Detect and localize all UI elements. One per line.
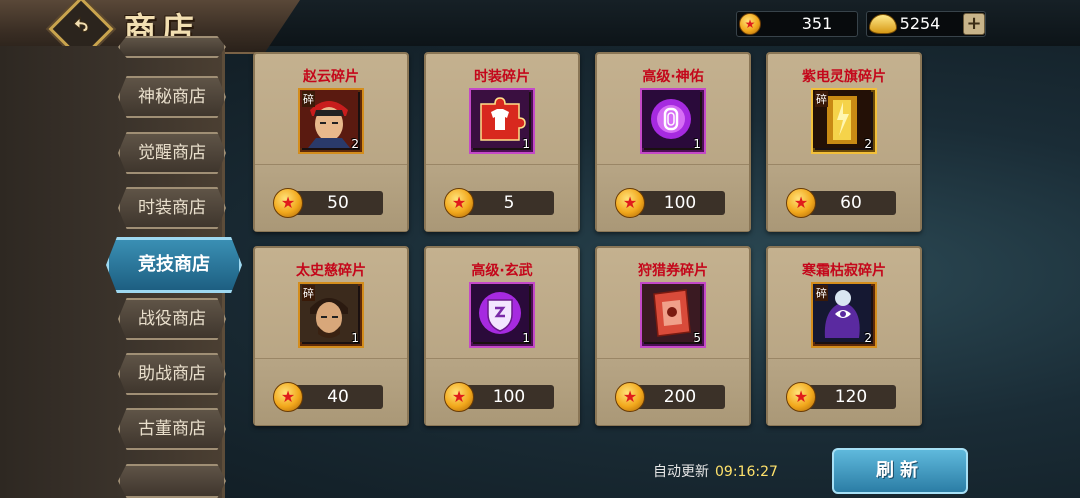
tab-mystery-shop[interactable]: 神秘商店: [118, 76, 226, 118]
coin-icon: [273, 188, 303, 218]
ingot-counter: 5254 +: [866, 11, 986, 37]
tab-costume-shop[interactable]: 时装商店: [118, 187, 226, 229]
item-name: 寒霜枯寂碎片: [802, 263, 886, 279]
coin-icon: [615, 188, 645, 218]
item-quantity: 1: [693, 137, 701, 151]
item-price: 100: [635, 191, 725, 215]
item-quantity: 2: [351, 137, 359, 151]
fragment-tag: 碎: [302, 285, 315, 301]
refresh-button[interactable]: 刷新: [832, 448, 968, 494]
item-name: 赵云碎片: [303, 69, 359, 85]
auto-update-timer: 自动更新 09:16:27: [653, 461, 778, 481]
taishi-ci-portrait-icon: 碎 1: [298, 282, 364, 348]
item-price: 200: [635, 385, 725, 409]
lightning-banner-icon: 碎 2: [811, 88, 877, 154]
item-quantity: 2: [864, 331, 872, 345]
fragment-tag: 碎: [815, 91, 828, 107]
divine-blessing-orb-icon: 1: [640, 88, 706, 154]
item-price: 40: [293, 385, 383, 409]
hunting-ticket-icon: 5: [640, 282, 706, 348]
coin-icon: [444, 382, 474, 412]
coin-icon: [739, 13, 761, 35]
item-price: 100: [464, 385, 554, 409]
shop-item-card[interactable]: 寒霜枯寂碎片 碎 2 120: [766, 246, 922, 426]
auto-update-time: 09:16:27: [715, 464, 778, 480]
shop-item-card[interactable]: 高级·玄武 1 100: [424, 246, 580, 426]
coin-icon: [615, 382, 645, 412]
item-quantity: 1: [522, 137, 530, 151]
tab-support-shop[interactable]: 助战商店: [118, 353, 226, 395]
item-name: 高级·神佑: [642, 69, 704, 85]
shop-item-card[interactable]: 紫电灵旗碎片 碎 2 60: [766, 52, 922, 232]
add-currency-button[interactable]: +: [963, 13, 985, 35]
item-quantity: 5: [693, 331, 701, 345]
shop-item-card[interactable]: 赵云碎片 碎 2 50: [253, 52, 409, 232]
item-price: 120: [806, 385, 896, 409]
tab-awaken-shop[interactable]: 觉醒商店: [118, 132, 226, 174]
item-name: 高级·玄武: [471, 263, 533, 279]
item-quantity: 2: [864, 137, 872, 151]
coin-icon: [444, 188, 474, 218]
coin-icon: [273, 382, 303, 412]
tab-antique-shop[interactable]: 古董商店: [118, 408, 226, 450]
shop-item-card[interactable]: 时装碎片 1 5: [424, 52, 580, 232]
frost-relic-icon: 碎 2: [811, 282, 877, 348]
item-name: 时装碎片: [474, 69, 530, 85]
ingot-value: 5254: [899, 14, 941, 33]
shop-item-card[interactable]: 狩猎券碎片 5 200: [595, 246, 751, 426]
auto-update-label: 自动更新: [653, 464, 709, 480]
coin-icon: [786, 382, 816, 412]
shop-sidebar: 神秘商店 觉醒商店 时装商店 竞技商店 战役商店 助战商店 古董商店: [0, 36, 242, 498]
item-name: 狩猎券碎片: [638, 263, 708, 279]
coin-icon: [786, 188, 816, 218]
coin-counter: 351: [736, 11, 858, 37]
shop-item-card[interactable]: 太史慈碎片 碎 1 40: [253, 246, 409, 426]
item-price: 60: [806, 191, 896, 215]
fragment-tag: 碎: [815, 285, 828, 301]
back-arrow-icon: [73, 16, 89, 33]
item-name: 太史慈碎片: [296, 263, 366, 279]
item-name: 紫电灵旗碎片: [802, 69, 886, 85]
item-price: 50: [293, 191, 383, 215]
coin-value: 351: [801, 14, 833, 33]
item-price: 5: [464, 191, 554, 215]
xuanwu-shield-orb-icon: 1: [469, 282, 535, 348]
costume-fragment-icon: 1: [469, 88, 535, 154]
item-quantity: 1: [522, 331, 530, 345]
fragment-tag: 碎: [302, 91, 315, 107]
zhao-yun-portrait-icon: 碎 2: [298, 88, 364, 154]
tab-campaign-shop[interactable]: 战役商店: [118, 298, 226, 340]
tab-arena-shop[interactable]: 竞技商店: [106, 237, 242, 293]
tab-scroll-top[interactable]: [118, 36, 226, 58]
tab-scroll-bottom[interactable]: [118, 464, 226, 498]
shop-item-card[interactable]: 高级·神佑 1 100: [595, 52, 751, 232]
item-quantity: 1: [351, 331, 359, 345]
